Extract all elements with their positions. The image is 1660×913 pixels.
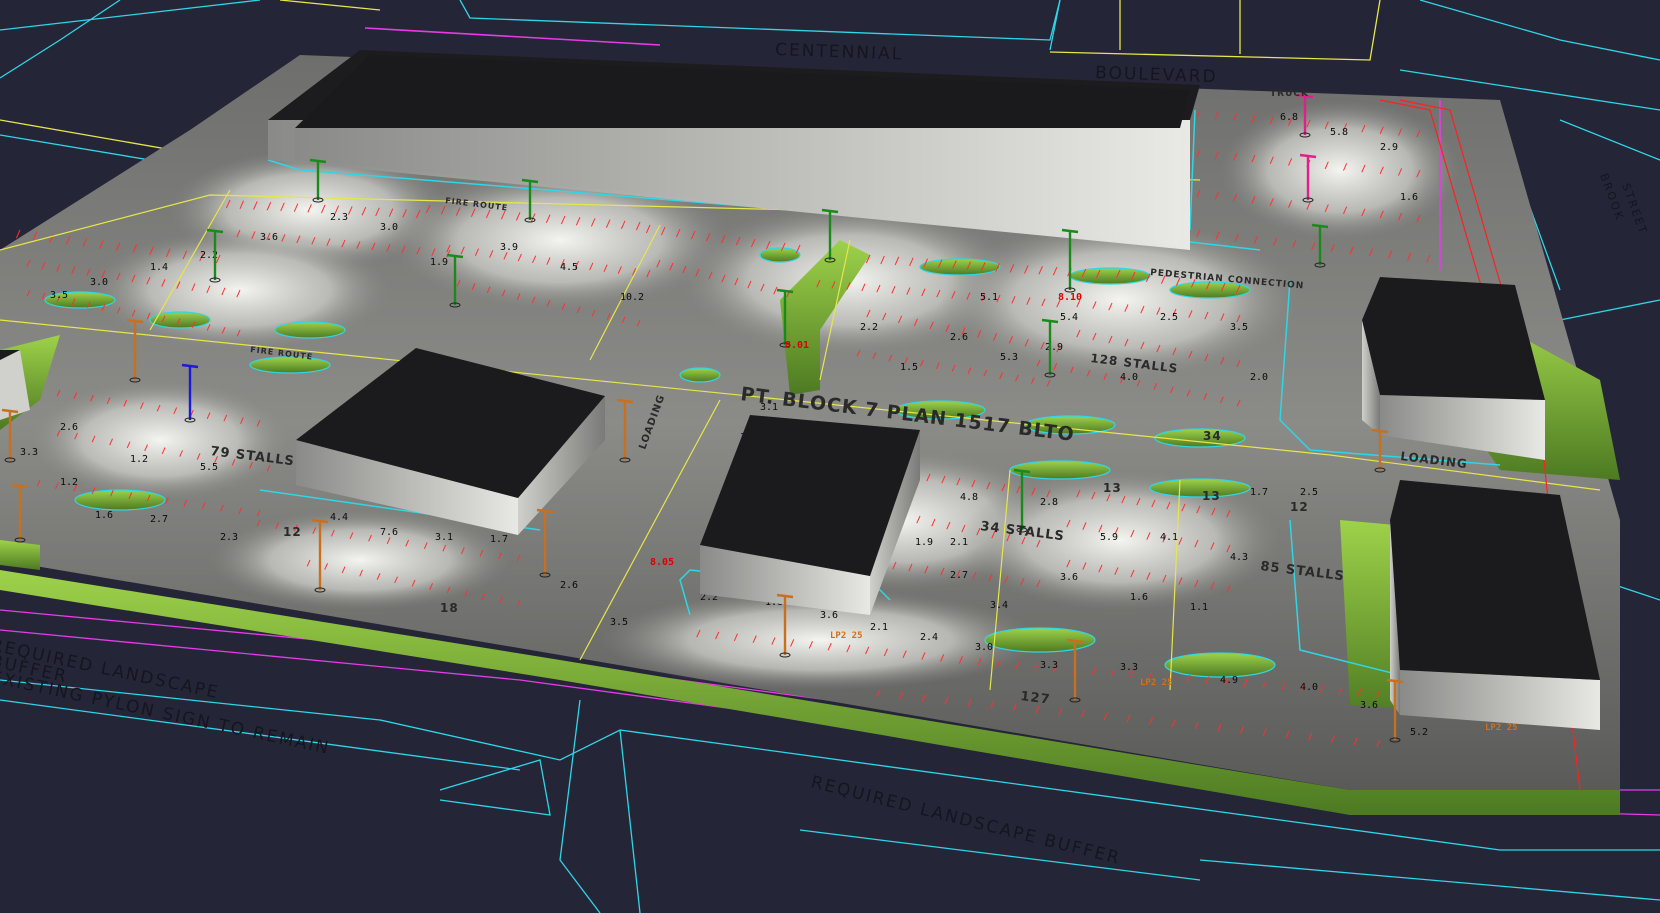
light-reading: 3.1 [435, 532, 453, 543]
light-reading: 2.6 [60, 422, 78, 433]
light-reading: 3.6 [1360, 700, 1378, 711]
light-reading: 1.7 [1250, 487, 1268, 498]
light-reading: 2.0 [1250, 372, 1268, 383]
light-reading: 7.6 [380, 527, 398, 538]
light-reading: 2.5 [1160, 312, 1178, 323]
site-plan-scene[interactable]: 2.21.83.62.12.43.03.33.34.94.03.65.23.52… [0, 0, 1660, 913]
light-reading: 4.5 [560, 262, 578, 273]
light-reading: 5.9 [1100, 532, 1118, 543]
light-reading: 5.8 [1330, 127, 1348, 138]
stall-line [15, 229, 21, 239]
light-reading: 2.4 [920, 632, 938, 643]
count-12b: 12 [1290, 500, 1309, 514]
light-reading: 2.9 [1045, 342, 1063, 353]
orange-reading-a: LP2 25 [830, 631, 863, 641]
light-reading: 1.6 [95, 510, 113, 521]
light-reading: 2.8 [1040, 497, 1058, 508]
count-18: 18 [440, 601, 459, 615]
orange-reading-b: LP2 25 [1140, 678, 1173, 688]
cad-3d-viewport[interactable]: 2.21.83.62.12.43.03.33.34.94.03.65.23.52… [0, 0, 1660, 913]
light-reading: 3.6 [1060, 572, 1078, 583]
count-34: 34 [1203, 429, 1222, 443]
truck-label: TRUCK [1270, 89, 1309, 99]
light-reading: 4.1 [1160, 532, 1178, 543]
landscape-bottom: REQUIRED LANDSCAPE BUFFER [809, 772, 1123, 868]
light-reading: 3.4 [990, 600, 1008, 611]
light-reading: 1.1 [1190, 602, 1208, 613]
count-13a: 13 [1103, 481, 1122, 495]
building-pad-c[interactable] [1362, 277, 1545, 460]
light-reading: 2.3 [220, 532, 238, 543]
light-reading: 5.2 [1410, 727, 1428, 738]
count-12: 12 [283, 525, 302, 539]
light-reading: 10.2 [620, 292, 644, 303]
light-reading: 4.0 [1300, 682, 1318, 693]
light-reading: 4.3 [1230, 552, 1248, 563]
light-reading: 3.6 [260, 232, 278, 243]
light-reading: 2.7 [150, 514, 168, 525]
light-reading: 5.5 [200, 462, 218, 473]
street-label-right-a: BROOK [1597, 172, 1626, 223]
light-reading: 1.9 [430, 257, 448, 268]
light-reading: 2.1 [950, 537, 968, 548]
light-reading: 4.4 [330, 512, 348, 523]
light-reading: 3.5 [610, 617, 628, 628]
light-reading: 3.0 [90, 277, 108, 288]
light-reading: 2.5 [1300, 487, 1318, 498]
light-reading: 4.9 [1220, 675, 1238, 686]
light-reading: 3.5 [50, 290, 68, 301]
light-reading: 1.7 [490, 534, 508, 545]
light-reading: 3.6 [820, 610, 838, 621]
light-reading: 1.6 [1400, 192, 1418, 203]
red-reading-b: 8.01 [785, 340, 809, 351]
light-reading: 3.3 [20, 447, 38, 458]
light-reading: 3.3 [1040, 660, 1058, 671]
light-reading: 4.0 [1120, 372, 1138, 383]
light-reading: 4.8 [960, 492, 978, 503]
light-reading: 1.4 [150, 262, 168, 273]
light-reading: 5.4 [1060, 312, 1078, 323]
count-13b: 13 [1202, 489, 1221, 503]
light-reading: 2.3 [330, 212, 348, 223]
light-reading: 2.9 [1380, 142, 1398, 153]
light-reading: 3.0 [975, 642, 993, 653]
light-reading: 2.6 [560, 580, 578, 591]
light-reading: 2.6 [950, 332, 968, 343]
light-reading: 1.6 [1130, 592, 1148, 603]
light-reading: 2.1 [870, 622, 888, 633]
light-reading: 3.3 [1120, 662, 1138, 673]
street-label-top: BOULEVARD [1095, 63, 1218, 87]
light-reading: 2.2 [860, 322, 878, 333]
light-reading: 1.9 [915, 537, 933, 548]
light-reading: 1.2 [130, 454, 148, 465]
light-reading: 3.5 [1230, 322, 1248, 333]
street-label-top-left: CENTENNIAL [775, 40, 904, 64]
light-reading: 3.9 [500, 242, 518, 253]
light-reading: 2.7 [950, 570, 968, 581]
red-reading-c: 8.05 [650, 557, 674, 568]
light-reading: 1.2 [60, 477, 78, 488]
red-reading-a: 8.10 [1058, 292, 1082, 303]
orange-reading-c: LP2 25 [1485, 723, 1518, 733]
light-reading: 6.8 [1280, 112, 1298, 123]
light-reading: 1.5 [900, 362, 918, 373]
light-reading: 5.1 [980, 292, 998, 303]
light-reading: 5.3 [1000, 352, 1018, 363]
light-reading: 3.0 [380, 222, 398, 233]
